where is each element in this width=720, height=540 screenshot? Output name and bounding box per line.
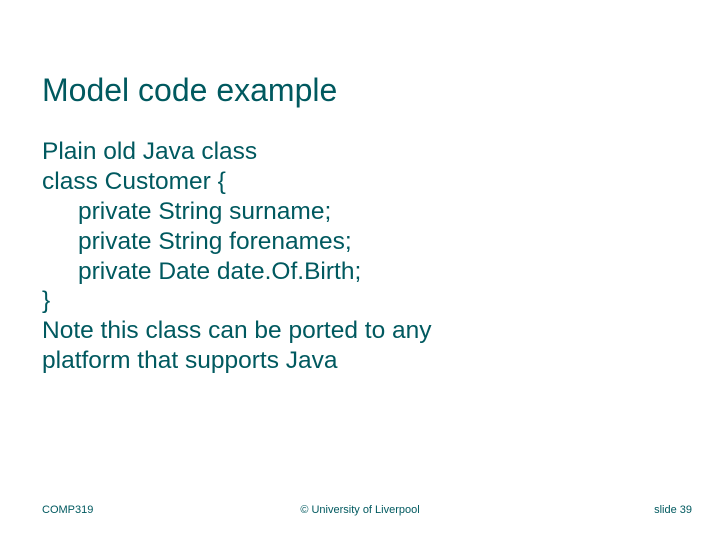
- body-line: Plain old Java class: [42, 137, 678, 167]
- footer-slide-number: slide 39: [654, 504, 692, 516]
- footer-course-code: COMP319: [42, 504, 93, 516]
- body-line: platform that supports Java: [42, 346, 678, 376]
- slide-body: Plain old Java class class Customer { pr…: [42, 137, 678, 376]
- body-line: Note this class can be ported to any: [42, 316, 678, 346]
- body-line: }: [42, 286, 678, 316]
- slide-title: Model code example: [42, 72, 678, 109]
- slide: Model code example Plain old Java class …: [0, 0, 720, 540]
- body-line: class Customer {: [42, 167, 678, 197]
- footer-copyright: © University of Liverpool: [300, 504, 419, 516]
- footer: COMP319 © University of Liverpool slide …: [0, 504, 720, 516]
- body-line-indented: private String forenames;: [42, 227, 678, 257]
- body-line-indented: private String surname;: [42, 197, 678, 227]
- body-line-indented: private Date date.Of.Birth;: [42, 257, 678, 287]
